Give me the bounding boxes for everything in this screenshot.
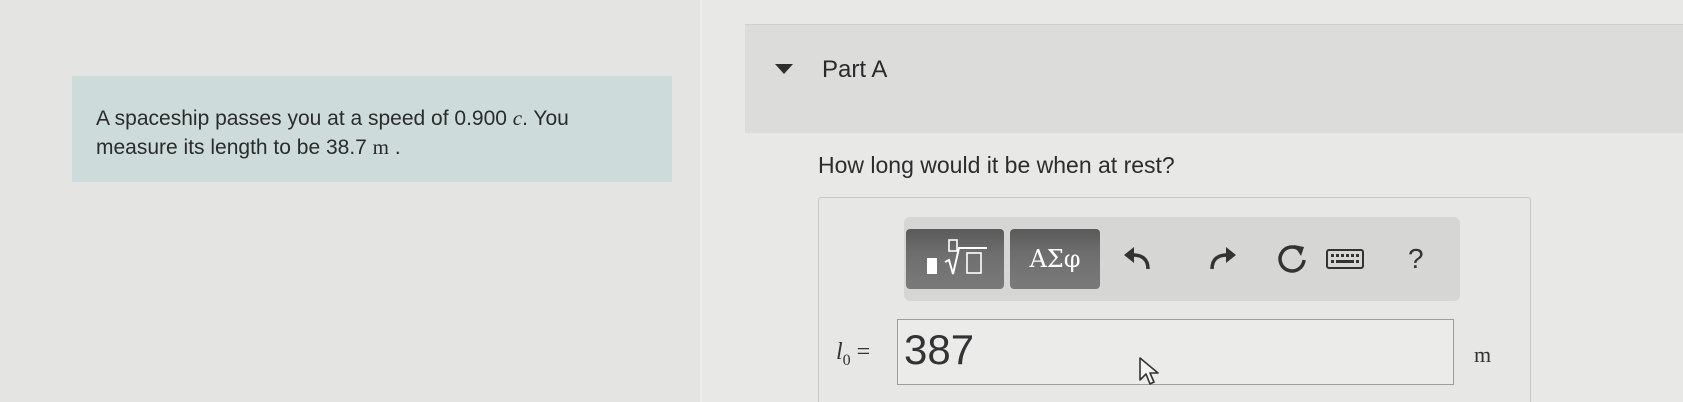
templates-icon [927, 239, 987, 275]
help-button[interactable]: ? [1408, 243, 1424, 275]
collapse-caret-icon[interactable] [775, 64, 793, 74]
problem-statement: A spaceship passes you at a speed of 0.9… [72, 76, 672, 182]
greek-symbols-button[interactable]: ΑΣφ [1010, 229, 1100, 289]
redo-icon[interactable] [1204, 241, 1240, 277]
length-unit: m [372, 135, 390, 159]
undo-icon[interactable] [1120, 241, 1156, 277]
templates-button[interactable] [906, 229, 1004, 289]
answer-unit: m [1474, 342, 1492, 367]
problem-line-1: A spaceship passes you at a speed of 0.9… [96, 106, 569, 130]
speed-variable: c [512, 106, 523, 130]
problem-line-2: measure its length to be 38.7 m . [96, 135, 401, 159]
keyboard-icon[interactable] [1325, 241, 1365, 277]
reset-icon[interactable] [1274, 241, 1310, 277]
question-text: How long would it be when at rest? [818, 152, 1175, 178]
problem-panel [0, 0, 700, 402]
part-title[interactable]: Part A [822, 56, 887, 84]
math-toolbar: ΑΣφ ? [904, 217, 1460, 301]
mouse-cursor-icon [1139, 357, 1159, 385]
answer-input[interactable]: 387 [897, 319, 1454, 385]
answer-variable-label: l0 = [836, 339, 871, 369]
